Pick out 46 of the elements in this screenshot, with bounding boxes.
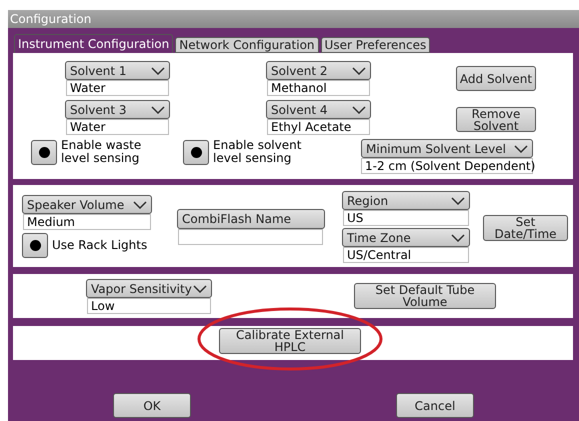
tab[interactable]: Instrument Configuration [14,34,174,53]
value-field[interactable]: US/Central [343,247,469,263]
toggle-label: Use Rack Lights [52,239,148,252]
value-field[interactable]: Water [66,119,169,135]
value-field[interactable]: US [343,210,469,226]
toggle-button[interactable] [183,140,209,164]
calibrate-button[interactable]: Calibrate External HPLC [219,328,361,354]
dialog-button[interactable]: Cancel [396,393,474,418]
toggle-button[interactable] [31,140,57,164]
dropdown-button[interactable]: Region [342,191,470,210]
title-bar: Configuration [8,10,579,28]
solvent-button[interactable]: Remove Solvent [456,107,536,132]
chevron-down-icon [151,106,165,114]
toggle-label: Enable solvent level sensing [213,139,302,165]
chevron-down-icon [133,200,147,208]
name-button[interactable]: CombiFlash Name [177,209,325,229]
value-field[interactable]: 1-2 cm (Solvent Dependent) [361,158,533,174]
dropdown-button[interactable]: Speaker Volume [22,195,152,214]
value-field[interactable]: Methanol [267,80,370,96]
dropdown-button[interactable]: Vapor Sensitivity [86,279,212,298]
dropdown-button[interactable]: Solvent 2 [266,61,371,80]
dropdown-button[interactable]: Time Zone [342,228,470,247]
value-field[interactable]: Low [87,298,211,314]
value-field[interactable]: Ethyl Acetate [267,119,370,135]
dropdown-button[interactable]: Solvent 3 [65,100,170,119]
date-time-button[interactable]: Set Date/Time [483,215,568,241]
chevron-down-icon [193,284,207,292]
dropdown-button[interactable]: Solvent 1 [65,61,170,80]
chevron-down-icon [352,106,366,114]
chevron-down-icon [451,234,465,242]
tab[interactable]: Network Configuration [175,37,319,53]
value-field[interactable]: Water [66,80,169,96]
dropdown-button[interactable]: Solvent 4 [266,100,371,119]
tube-volume-button[interactable]: Set Default Tube Volume [354,283,496,309]
value-field[interactable]: Medium [23,214,151,230]
chevron-down-icon [514,144,528,152]
solvent-button[interactable]: Add Solvent [456,66,536,91]
dropdown-button[interactable]: Minimum Solvent Level [361,139,533,158]
name-field[interactable] [178,229,323,245]
chevron-down-icon [451,196,465,204]
chevron-down-icon [352,66,366,74]
toggle-label: Enable waste level sensing [61,139,142,165]
chevron-down-icon [151,66,165,74]
tab[interactable]: User Preferences [320,37,430,53]
dialog-button[interactable]: OK [113,393,191,418]
toggle-button[interactable] [22,233,48,258]
